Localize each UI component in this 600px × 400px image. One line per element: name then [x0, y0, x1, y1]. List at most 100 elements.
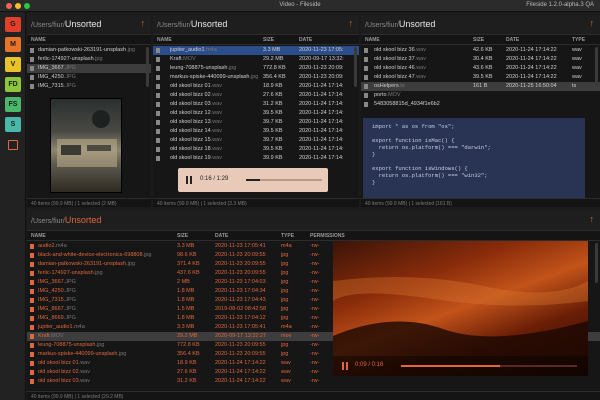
table-row[interactable]: old skool bizz 15.wav 39.7 KB 2020-11-24 1… [153, 136, 359, 145]
file-size: 29.2 MB [263, 56, 284, 62]
table-row[interactable]: markus-spiske-440099-unsplash.jpg 356.4 K… [153, 73, 359, 82]
sidebar: G M V FD FS S [0, 12, 26, 400]
column-header-name[interactable]: NAME [31, 233, 46, 239]
up-arrow-icon[interactable]: ↑ [590, 214, 595, 224]
table-row[interactable]: 5483058815d_4934f1e6b2 [361, 100, 600, 109]
table-row[interactable]: osHelpers.ts 161 B 2020-11-25 16:50:04 ts [361, 82, 600, 91]
file-name: IMG_7315.JPG [38, 83, 76, 89]
up-arrow-icon[interactable]: ↑ [349, 18, 354, 28]
table-row[interactable]: porto.MOV [361, 91, 600, 100]
file-name: markus-spiske-440099-unsplash.jpg [38, 351, 127, 357]
audio-player[interactable]: 0:16 / 1:29 [178, 168, 328, 192]
path-breadcrumb[interactable]: /Users/fiur/Unsorted [365, 19, 435, 29]
table-row[interactable]: old skool bizz 37.wav 30.4 KB 2020-11-24 1… [361, 55, 600, 64]
table-row[interactable]: old skool bizz 36.wav 42.6 KB 2020-11-24 1… [361, 46, 600, 55]
file-date: 2020-11-23 20:09: [299, 65, 344, 71]
column-header-name[interactable]: NAME [31, 37, 46, 43]
file-size: 1.8 MB [177, 315, 195, 321]
file-date: 2020-11-24 17:14: [299, 146, 344, 152]
file-size: 356.4 KB [263, 74, 286, 80]
file-name: IMG_3667.JPG [38, 279, 76, 285]
table-row[interactable]: old skool bizz 03.wav 31.2 KB 2020-11-24 1… [153, 100, 359, 109]
file-date: 2020-11-24 17:14:22 [506, 65, 557, 71]
column-header-name[interactable]: NAME [157, 37, 172, 43]
file-icon [156, 84, 160, 89]
file-icon [156, 138, 160, 143]
table-row[interactable]: old skool bizz 46.wav 43.6 KB 2020-11-24 1… [361, 64, 600, 73]
column-header-date[interactable]: DATE [215, 233, 228, 239]
sidebar-item-fd[interactable]: FD [5, 77, 21, 92]
column-header-date[interactable]: DATE [299, 37, 312, 43]
path-breadcrumb[interactable]: /Users/fiur/Unsorted [157, 19, 227, 29]
file-size: 18.9 KB [177, 360, 197, 366]
path-breadcrumb[interactable]: /Users/fiur/Unsorted [31, 215, 101, 225]
folder-icon[interactable] [8, 140, 18, 150]
file-size: 39.5 KB [263, 110, 283, 116]
column-header-type[interactable]: TYPE [281, 233, 294, 239]
table-row[interactable]: IMG_7315.JPG [27, 82, 151, 91]
file-name: Kraft.MOV [38, 333, 64, 339]
file-size: 3.3 MB [263, 47, 281, 53]
file-icon [364, 57, 368, 62]
file-date: 2020-11-23 17:04:12 [215, 315, 266, 321]
scrollbar[interactable] [354, 47, 357, 87]
file-type: wav [281, 369, 291, 375]
table-row[interactable]: Kraft.MOV 29.2 MB 2020-09-17 13:32: [153, 55, 359, 64]
audio-progress-track[interactable] [246, 179, 322, 181]
up-arrow-icon[interactable]: ↑ [590, 18, 595, 28]
file-name: old skool bizz 12.wav [170, 110, 222, 116]
pane-footer: 40 items (99.9 MB) | 1 selected (29.2 MB… [27, 391, 600, 400]
table-row[interactable]: old skool bizz 14.wav 39.5 KB 2020-11-24 1… [153, 127, 359, 136]
pane-footer: 40 items (99.9 MB) | 1 selected (3.3 MB) [153, 198, 359, 207]
file-icon [364, 84, 368, 89]
video-preview[interactable]: 0:09 / 0:16 [333, 241, 588, 376]
file-date: 2020-11-23 20:09:55 [215, 261, 266, 267]
file-icon [30, 343, 34, 348]
sidebar-item-s[interactable]: S [5, 117, 21, 132]
table-row[interactable]: IMG_3667.JPG [27, 64, 151, 73]
column-header-size[interactable]: SIZE [473, 37, 484, 43]
scrollbar[interactable] [595, 243, 598, 283]
table-row[interactable]: ferlic-174927-unsplash.jpg [27, 55, 151, 64]
file-icon [156, 111, 160, 116]
table-row[interactable]: old skool bizz 02.wav 27.6 KB 2020-11-24 1… [153, 91, 359, 100]
up-arrow-icon[interactable]: ↑ [141, 18, 146, 28]
video-progress-fill [401, 365, 500, 367]
pause-icon[interactable] [185, 176, 193, 184]
table-row[interactable]: old skool bizz 13.wav 39.7 KB 2020-11-24 1… [153, 118, 359, 127]
path-breadcrumb[interactable]: /Users/fiur/Unsorted [31, 19, 101, 29]
table-row[interactable]: old skool bizz 47.wav 39.5 KB 2020-11-24 1… [361, 73, 600, 82]
column-header-size[interactable]: SIZE [177, 233, 188, 239]
table-row[interactable]: leung-708875-unsplash.jpg 772.8 KB 2020-11… [153, 64, 359, 73]
column-header-type[interactable]: TYPE [572, 37, 585, 43]
table-row[interactable]: old skool bizz 19.wav 39.9 KB 2020-11-24 1… [153, 154, 359, 163]
sidebar-item-v[interactable]: V [5, 57, 21, 72]
table-row[interactable]: old skool bizz 12.wav 39.5 KB 2020-11-24 1… [153, 109, 359, 118]
table-row[interactable]: old skool bizz 18.wav 39.5 KB 2020-11-24 1… [153, 145, 359, 154]
column-header-date[interactable]: DATE [506, 37, 519, 43]
file-name: audio2.m4a [38, 243, 67, 249]
table-row[interactable]: old skool bizz 03.wav 31.2 KB 2020-11-24 1… [27, 377, 600, 386]
column-header-name[interactable]: NAME [365, 37, 380, 43]
sidebar-item-m[interactable]: M [5, 37, 21, 52]
video-progress-track[interactable] [401, 365, 577, 367]
sidebar-item-fs[interactable]: FS [5, 97, 21, 112]
file-date: 2020-11-24 17:14: [299, 128, 344, 134]
column-header-permissions[interactable]: PERMISSIONS [310, 233, 345, 239]
scrollbar[interactable] [595, 47, 598, 87]
video-controls[interactable]: 0:09 / 0:16 [333, 356, 588, 376]
sidebar-item-g[interactable]: G [5, 17, 21, 32]
file-name: old skool bizz 36.wav [374, 47, 426, 53]
table-row[interactable]: damian-patkowski-263191-unsplash.jpg [27, 46, 151, 55]
table-row[interactable]: jupiter_audio1.m4a 3.3 MB 2020-11-23 17:05… [153, 46, 359, 55]
table-row[interactable]: IMG_4250.JPG [27, 73, 151, 82]
scrollbar[interactable] [146, 47, 149, 87]
file-icon [30, 370, 34, 375]
file-size: 437.6 KB [177, 270, 200, 276]
table-row[interactable]: old skool bizz 01.wav 18.9 KB 2020-11-24 1… [153, 82, 359, 91]
pause-icon[interactable] [341, 362, 349, 370]
file-icon [364, 93, 368, 98]
file-icon [30, 298, 34, 303]
file-icon [156, 120, 160, 125]
column-header-size[interactable]: SIZE [263, 37, 274, 43]
